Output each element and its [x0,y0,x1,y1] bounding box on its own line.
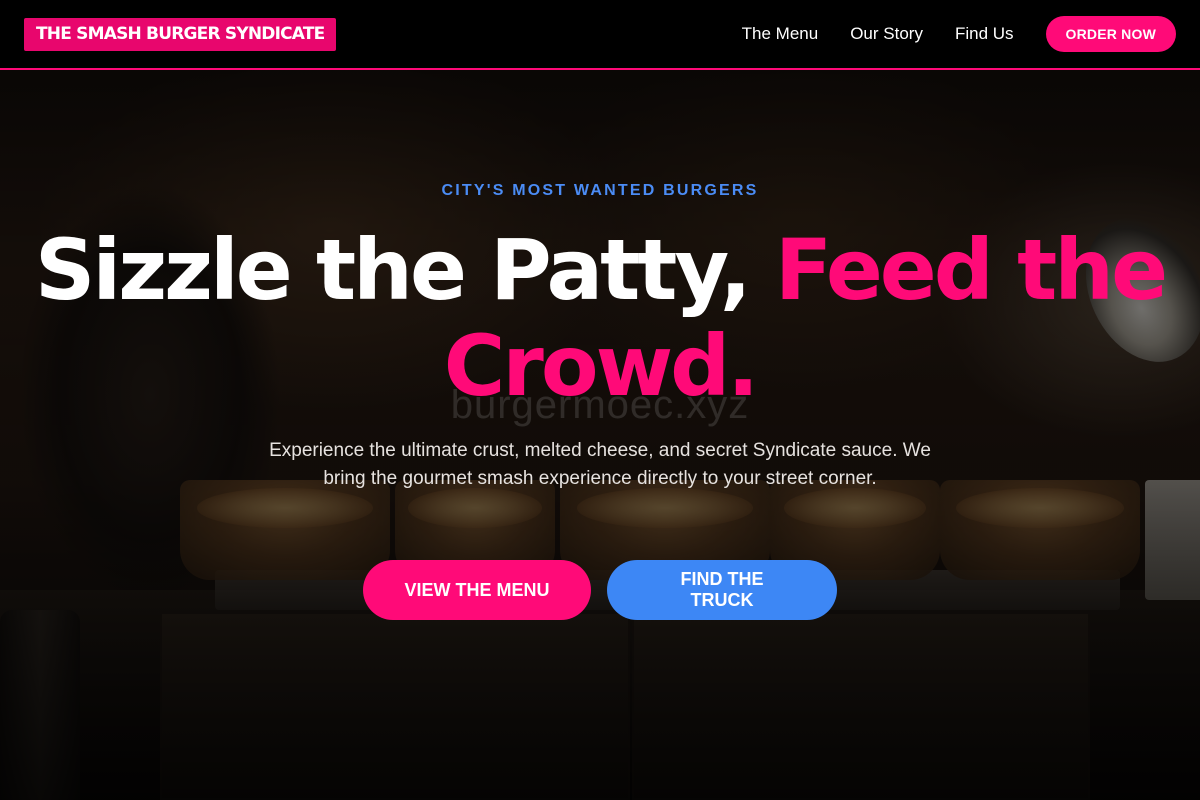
hero-subtext: Experience the ultimate crust, melted ch… [269,440,931,489]
nav-link-find-us[interactable]: Find Us [955,24,1014,44]
view-menu-button[interactable]: VIEW THE MENU [363,560,591,620]
hero-eyebrow: CITY'S MOST WANTED BURGERS [441,182,759,199]
hero-section: CITY'S MOST WANTED BURGERS Sizzle the Pa… [0,0,1200,800]
order-now-button[interactable]: ORDER NOW [1045,16,1176,52]
main-nav: The Menu Our Story Find Us ORDER NOW [710,16,1176,52]
nav-link-menu[interactable]: The Menu [742,24,819,44]
hero-cta-group: VIEW THE MENU FIND THE TRUCK [0,560,1200,620]
site-header: THE SMASH BURGER SYNDICATE The Menu Our … [0,0,1200,70]
find-truck-button[interactable]: FIND THE TRUCK [607,560,837,620]
nav-link-our-story[interactable]: Our Story [850,24,923,44]
watermark-text: burgermoec.xyz [450,383,750,427]
headline-white-part: Sizzle the Patty, [34,221,775,319]
brand-logo[interactable]: THE SMASH BURGER SYNDICATE [24,17,337,51]
